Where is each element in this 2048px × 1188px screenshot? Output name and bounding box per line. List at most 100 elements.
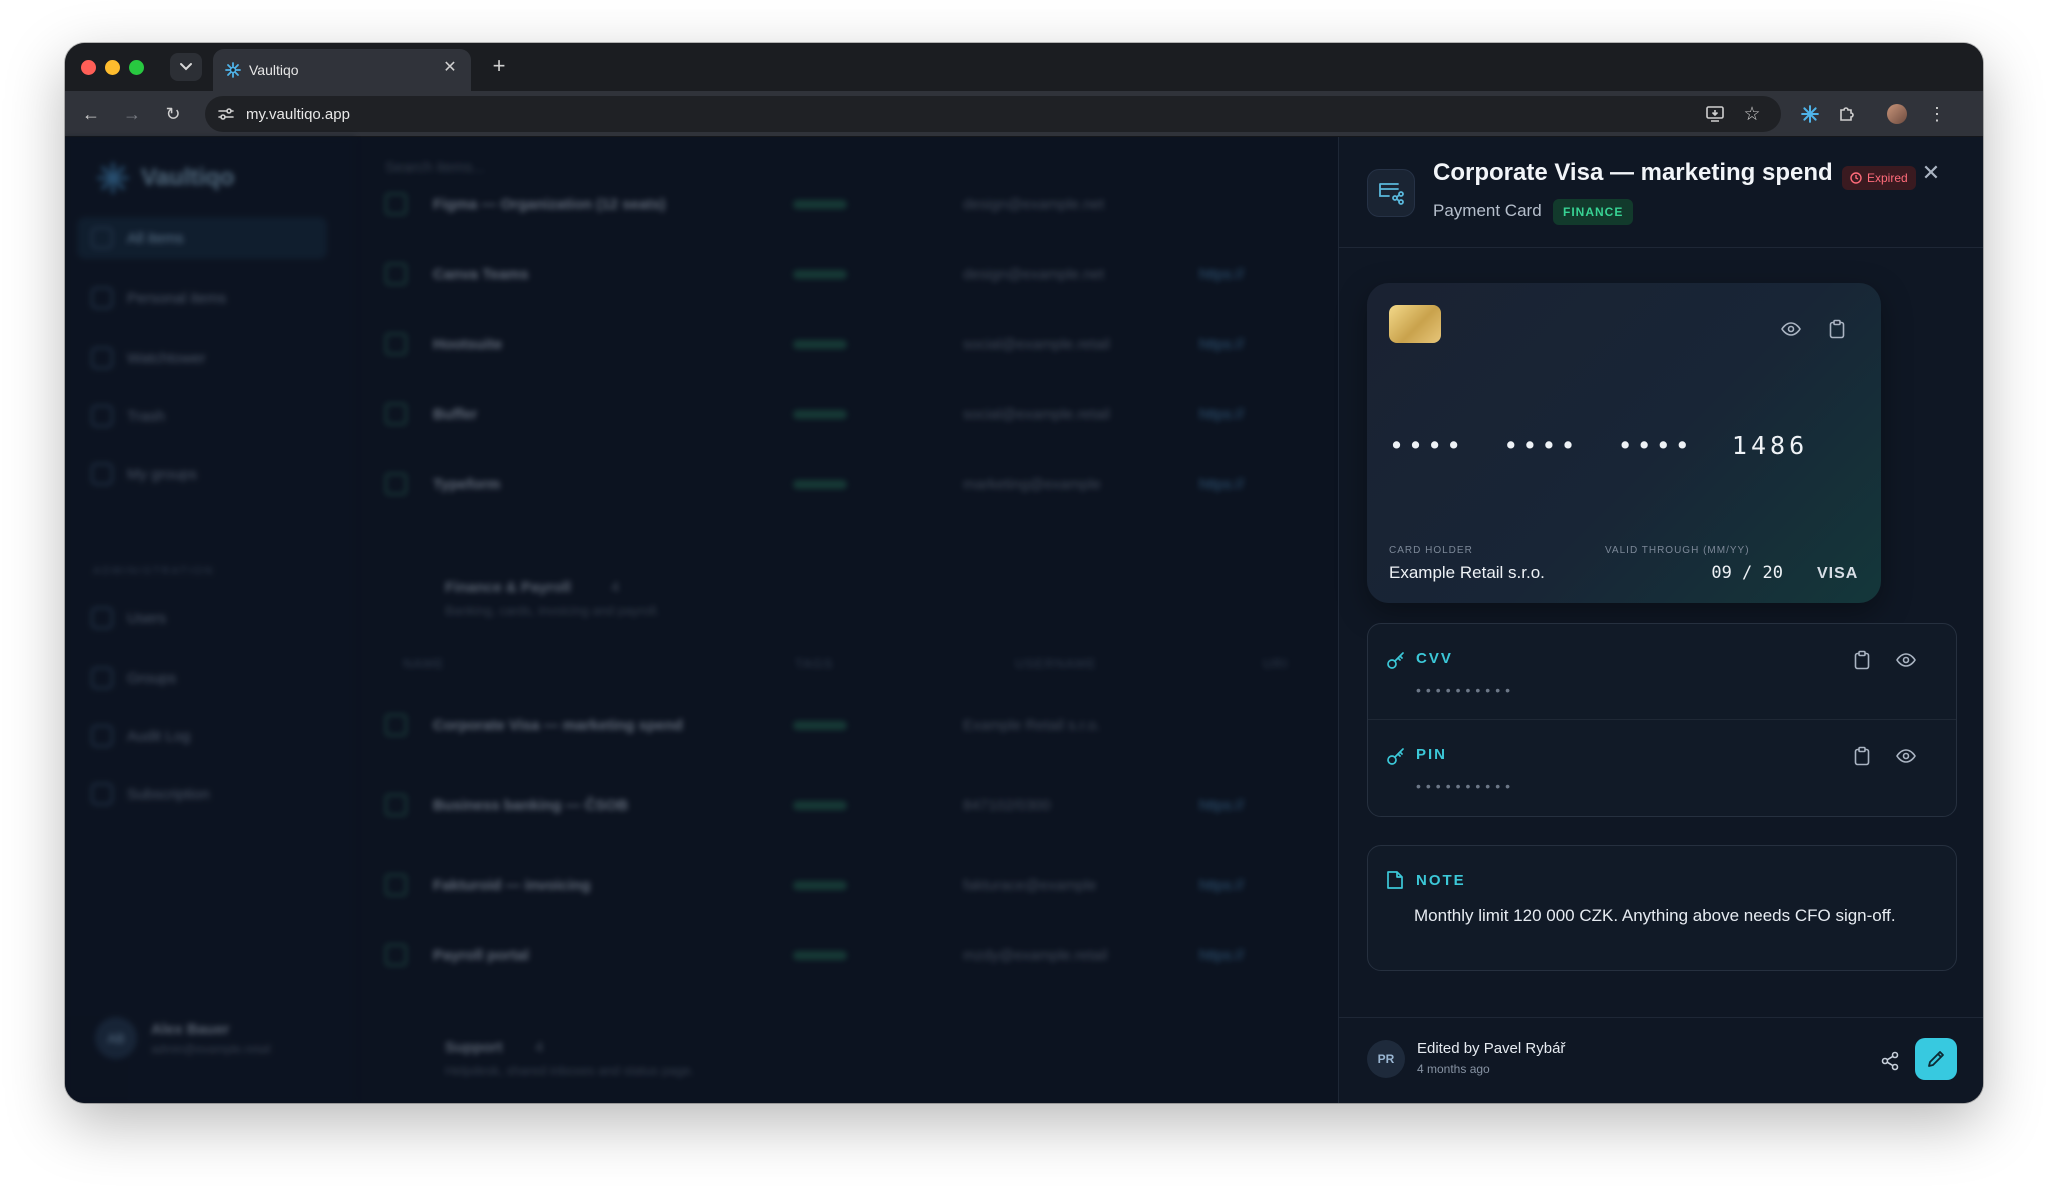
card-number: •••• •••• •••• 1486 (1389, 431, 1809, 460)
sidebar-item-personal[interactable]: Personal items (77, 277, 327, 319)
status-badge: Expired (1842, 166, 1916, 190)
card-icon (91, 783, 113, 805)
current-user[interactable]: AB Alex Bauer admin@example.retail (95, 1017, 271, 1059)
item-icon (385, 473, 407, 495)
profile-avatar-icon[interactable] (1883, 100, 1911, 128)
tag-badge[interactable]: FINANCE (1553, 199, 1634, 225)
forward-icon[interactable]: → (118, 100, 146, 128)
search-input[interactable]: Search items... (385, 159, 485, 176)
sidebar-item-subscription[interactable]: Subscription (77, 773, 327, 815)
item-icon (385, 714, 407, 736)
browser-toolbar: ← → ↻ my.vaultiqo.app ☆ ⋮ (65, 91, 1983, 137)
share-icon[interactable] (1877, 1048, 1903, 1074)
admin-section-label: ADMINISTRATION (93, 565, 215, 577)
clock-icon (1850, 172, 1862, 184)
sidebar-item-watchtower[interactable]: Watchtower (77, 337, 327, 379)
detail-footer: PR Edited by Pavel Rybář 4 months ago (1339, 1017, 1983, 1103)
sidebar-item-all-items[interactable]: All items (77, 217, 327, 259)
blurred-background: Vaultiqo All items Personal items Watcht… (65, 137, 1338, 1103)
list-item[interactable]: Hootsuite social@example.retail https:// (385, 317, 1335, 371)
note-text: Monthly limit 120 000 CZK. Anything abov… (1414, 906, 1896, 925)
vaultiqo-logo-icon (97, 162, 129, 194)
grid-icon (91, 227, 113, 249)
close-window-button[interactable] (81, 60, 96, 75)
new-tab-icon[interactable]: + (485, 53, 513, 81)
payment-card-icon (1367, 169, 1415, 217)
sidebar-item-users[interactable]: Users (77, 597, 327, 639)
copy-clipboard-icon[interactable] (1848, 646, 1876, 674)
item-icon (385, 944, 407, 966)
shield-icon (91, 347, 113, 369)
list-item[interactable]: Corporate Visa — marketing spend Example … (385, 698, 1335, 752)
edited-by: Edited by Pavel Rybář (1417, 1040, 1566, 1057)
tab-title: Vaultiqo (249, 62, 299, 78)
sidebar-item-my-groups[interactable]: My groups (77, 453, 327, 495)
reveal-eye-icon[interactable] (1892, 742, 1920, 770)
browser-tab[interactable]: Vaultiqo ✕ (213, 49, 471, 91)
list-item[interactable]: Payroll portal mzdy@example.retail https:/… (385, 928, 1335, 982)
extensions-puzzle-icon[interactable] (1833, 100, 1861, 128)
site-settings-icon[interactable] (217, 106, 235, 122)
card-holder-value: Example Retail s.r.o. (1389, 563, 1545, 582)
minimize-window-button[interactable] (105, 60, 120, 75)
group-title: Finance & Payroll (445, 579, 571, 596)
item-icon (385, 263, 407, 285)
group-finance[interactable]: Finance & Payroll 4 Banking, cards, invo… (385, 573, 1335, 629)
item-icon (385, 333, 407, 355)
copy-clipboard-icon[interactable] (1848, 742, 1876, 770)
list-item[interactable]: Figma — Organization (12 seats) design@ex… (385, 177, 1335, 231)
sidebar-item-trash[interactable]: Trash (77, 395, 327, 437)
list-item[interactable]: Typeform marketing@example https:// (385, 457, 1335, 511)
sidebar: Vaultiqo All items Personal items Watcht… (65, 137, 355, 1103)
group-description: Banking, cards, invoicing and payroll. (445, 603, 660, 618)
group-description: Helpdesk, shared inboxes and status page… (445, 1063, 695, 1078)
chevron-down-icon (180, 63, 192, 71)
back-icon[interactable]: ← (77, 100, 105, 128)
item-detail-panel: Corporate Visa — marketing spend Expired… (1338, 137, 1983, 1103)
pencil-icon (1928, 1051, 1944, 1067)
pin-row: PIN •••••••••• (1368, 720, 1956, 816)
edited-time: 4 months ago (1417, 1062, 1490, 1076)
folder-icon (91, 463, 113, 485)
copy-clipboard-icon[interactable] (1823, 315, 1851, 343)
item-icon (385, 874, 407, 896)
note-file-icon (1387, 871, 1403, 889)
browser-window: Vaultiqo ✕ + ← → ↻ my.vaultiqo.app ☆ ⋮ V… (65, 43, 1983, 1103)
card-chip-icon (1389, 305, 1441, 343)
reveal-eye-icon[interactable] (1777, 315, 1805, 343)
list-item[interactable]: Canva Teams design@example.net https:// (385, 247, 1335, 301)
close-panel-icon[interactable]: ✕ (1917, 159, 1945, 187)
valid-through-value: 09 / 20 (1711, 563, 1783, 583)
reload-icon[interactable]: ↻ (159, 100, 187, 128)
vaultiqo-extension-icon[interactable] (1796, 100, 1824, 128)
address-bar[interactable]: my.vaultiqo.app (205, 96, 1781, 132)
tab-search-button[interactable] (170, 53, 202, 81)
detail-title: Corporate Visa — marketing spend (1433, 159, 1833, 186)
reveal-eye-icon[interactable] (1892, 646, 1920, 674)
close-tab-icon[interactable]: ✕ (439, 57, 461, 79)
note-label: NOTE (1416, 872, 1466, 889)
edit-button[interactable] (1915, 1038, 1957, 1080)
group-count: 4 (535, 1039, 544, 1056)
list-item[interactable]: Fakturoid — invoicing fakturace@example ht… (385, 858, 1335, 912)
list-item[interactable]: Buffer social@example.retail https:// (385, 387, 1335, 441)
note-box: NOTE Monthly limit 120 000 CZK. Anything… (1367, 845, 1957, 971)
pin-label: PIN (1416, 746, 1448, 763)
cvv-value: •••••••••• (1416, 682, 1516, 698)
detail-header: Corporate Visa — marketing spend Expired… (1339, 137, 1983, 248)
group-title: Support (445, 1039, 503, 1056)
bookmark-star-icon[interactable]: ☆ (1738, 100, 1766, 128)
group-support[interactable]: Support 4 Helpdesk, shared inboxes and s… (385, 1033, 1335, 1089)
logo-text: Vaultiqo (141, 164, 235, 191)
item-icon (385, 794, 407, 816)
pin-value: •••••••••• (1416, 778, 1516, 794)
list-item[interactable]: Business banking — ČSOB 847102/0300 https:… (385, 778, 1335, 832)
maximize-window-button[interactable] (129, 60, 144, 75)
browser-menu-icon[interactable]: ⋮ (1923, 100, 1951, 128)
key-icon (1387, 652, 1404, 669)
sidebar-item-audit-log[interactable]: Audit Log (77, 715, 327, 757)
secrets-box: CVV •••••••••• PIN •••••••••• (1367, 623, 1957, 817)
item-icon (385, 403, 407, 425)
sidebar-item-groups[interactable]: Groups (77, 657, 327, 699)
install-app-icon[interactable] (1701, 100, 1729, 128)
